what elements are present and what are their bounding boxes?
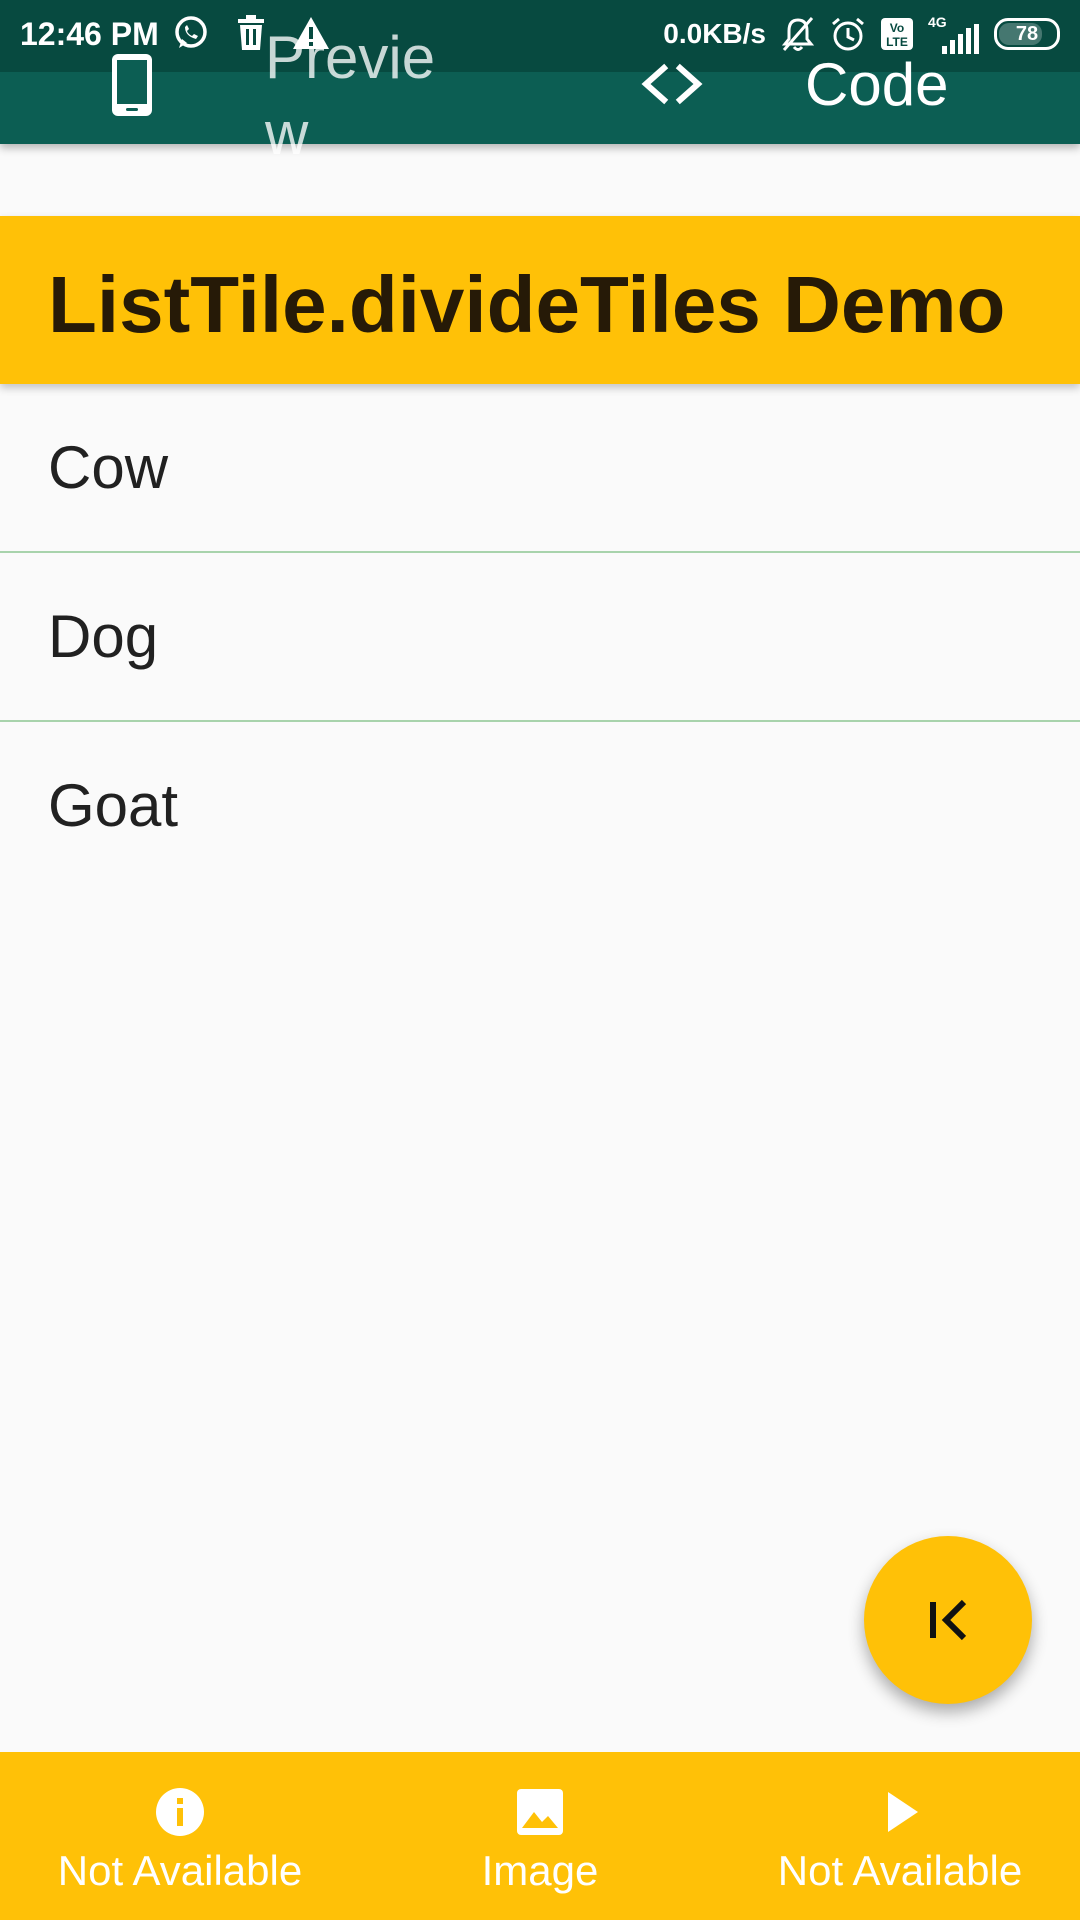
list-item[interactable]: Cow [0, 384, 1080, 553]
svg-text:LTE: LTE [886, 35, 908, 49]
play-icon [888, 1792, 918, 1832]
list-item-label: Goat [48, 772, 179, 839]
phone-icon[interactable] [110, 52, 154, 118]
signal-group: 4G [928, 14, 980, 54]
signal-icon [942, 24, 979, 54]
demo-app-bar: ListTile.divideTiles Demo [0, 216, 1080, 384]
bottom-navigation: Not Available Image Not Available [0, 1752, 1080, 1920]
nav-item-label: Not Available [777, 1847, 1023, 1894]
alarm-icon [832, 17, 864, 51]
app-screen: 12:46 PM 0.0KB/s Vo LTE 4G 78 Preview Co… [0, 0, 1080, 1920]
nav-item-label: Image [481, 1847, 599, 1894]
tab-code[interactable]: Code [805, 52, 948, 118]
nav-item-label: Not Available [57, 1847, 303, 1894]
list-item-label: Dog [48, 603, 159, 670]
muted-bell-icon [781, 17, 815, 51]
first-page-button[interactable] [864, 1536, 1032, 1704]
list-item[interactable]: Goat [0, 722, 1080, 889]
nav-item-info[interactable]: Not Available [40, 1752, 320, 1920]
list-item[interactable]: Dog [0, 553, 1080, 722]
volte-icon: Vo LTE [881, 18, 913, 50]
tab-preview[interactable]: Preview [265, 20, 445, 172]
system-status: 0.0KB/s Vo LTE 4G 78 [663, 14, 1060, 54]
image-icon [517, 1789, 563, 1835]
svg-text:Vo: Vo [890, 21, 904, 35]
nav-item-image[interactable]: Image [420, 1752, 660, 1920]
delete-icon [238, 15, 264, 50]
battery-level: 78 [1015, 22, 1039, 45]
whatsapp-icon [175, 16, 207, 48]
info-icon [156, 1788, 204, 1836]
network-speed: 0.0KB/s [663, 18, 766, 49]
first-page-icon [930, 1599, 967, 1641]
tile-list: Cow Dog Goat [0, 384, 1080, 889]
battery-icon: 78 [994, 18, 1060, 50]
page-title: ListTile.divideTiles Demo [48, 260, 1006, 349]
nav-item-play[interactable]: Not Available [760, 1752, 1040, 1920]
list-item-label: Cow [48, 434, 169, 501]
status-time: 12:46 PM [20, 16, 159, 52]
code-icon[interactable] [640, 62, 704, 106]
